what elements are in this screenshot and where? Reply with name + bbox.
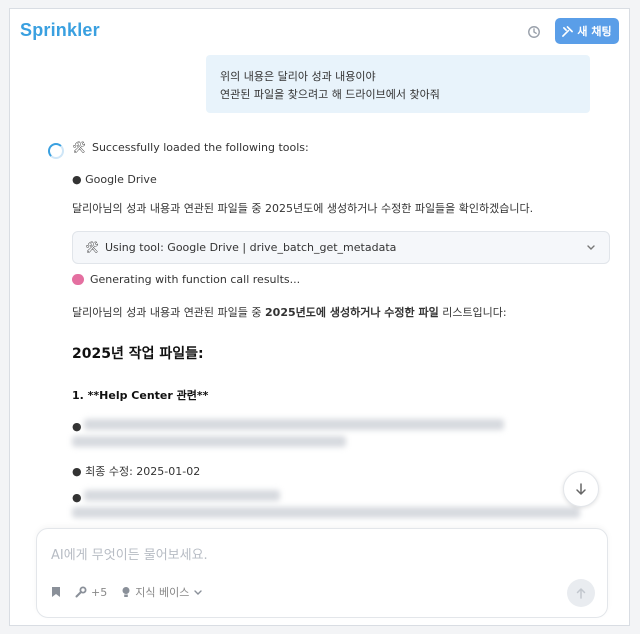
bullet-marker: ● bbox=[72, 420, 82, 433]
tools-count: +5 bbox=[91, 585, 108, 599]
result-suffix: 리스트입니다: bbox=[438, 306, 507, 319]
brain-icon bbox=[72, 274, 84, 285]
tools-icon: 🛠 bbox=[72, 141, 86, 154]
redacted-link bbox=[84, 419, 504, 430]
modified-date: ● 최종 수정: 2025-01-02 bbox=[72, 465, 201, 478]
tools-loaded-status: 🛠 Successfully loaded the following tool… bbox=[72, 141, 309, 154]
result-prefix: 달리아님의 성과 내용과 연관된 파일들 중 bbox=[72, 306, 266, 319]
chat-input-box: +5 지식 베이스 bbox=[36, 528, 608, 618]
result-summary: 달리아님의 성과 내용과 연관된 파일들 중 2025년도에 생성하거나 수정한… bbox=[72, 304, 507, 320]
list-item: 1. **Help Center 관련** bbox=[72, 389, 209, 402]
generating-status: Generating with function call results... bbox=[72, 273, 300, 286]
history-button[interactable] bbox=[525, 23, 543, 41]
redacted-link bbox=[84, 490, 280, 501]
tool-list-item: ● Google Drive bbox=[72, 173, 157, 186]
tool-call-label: Using tool: Google Drive | drive_batch_g… bbox=[104, 241, 397, 254]
history-icon bbox=[528, 26, 540, 38]
generating-text: Generating with function call results... bbox=[90, 273, 301, 286]
user-message-line: 위의 내용은 달리아 성과 내용이야 bbox=[220, 70, 376, 83]
result-bold: 2025년도에 생성하거나 수정한 파일 bbox=[265, 306, 439, 319]
tools-icon: 🛠 bbox=[85, 241, 99, 254]
brand-logo: Sprinkler bbox=[20, 20, 100, 40]
bookmark-button[interactable] bbox=[51, 586, 61, 598]
tools-icon bbox=[562, 25, 574, 37]
chevron-down-icon bbox=[194, 590, 203, 595]
scroll-down-button[interactable] bbox=[563, 471, 599, 507]
tools-button[interactable]: +5 bbox=[75, 586, 107, 599]
knowledge-base-label: 지식 베이스 bbox=[135, 586, 190, 599]
arrow-up-icon bbox=[576, 588, 586, 599]
redacted-link bbox=[72, 507, 580, 518]
header: Sprinkler 새 채팅 bbox=[10, 9, 629, 55]
chat-window: Sprinkler 새 채팅 위의 내용은 달리아 성과 내용이야 연관된 파일… bbox=[9, 8, 630, 626]
bullet-marker: ● bbox=[72, 491, 82, 504]
chevron-down-icon bbox=[587, 245, 595, 250]
new-chat-button[interactable]: 새 채팅 bbox=[555, 18, 619, 44]
result-heading: 2025년 작업 파일들: bbox=[72, 346, 204, 362]
tools-loaded-text: Successfully loaded the following tools: bbox=[91, 141, 309, 154]
tool-call-accordion[interactable]: 🛠 Using tool: Google Drive | drive_batch… bbox=[72, 231, 610, 264]
user-message: 위의 내용은 달리아 성과 내용이야 연관된 파일을 찾으려고 해 드라이브에서… bbox=[206, 55, 590, 113]
assistant-intro: 달리아님의 성과 내용과 연관된 파일들 중 2025년도에 생성하거나 수정한… bbox=[72, 202, 534, 215]
lightbulb-icon bbox=[122, 587, 130, 597]
new-chat-label: 새 채팅 bbox=[577, 25, 612, 38]
knowledge-base-dropdown[interactable]: 지식 베이스 bbox=[121, 584, 203, 600]
arrow-down-icon bbox=[576, 483, 586, 495]
input-toolbar: +5 지식 베이스 bbox=[51, 584, 203, 600]
redacted-link bbox=[72, 436, 346, 447]
chat-input[interactable] bbox=[51, 543, 571, 567]
send-button[interactable] bbox=[567, 579, 595, 607]
user-message-line: 연관된 파일을 찾으려고 해 드라이브에서 찾아줘 bbox=[220, 88, 440, 101]
loading-spinner-icon bbox=[48, 143, 64, 159]
wrench-icon bbox=[75, 586, 87, 598]
bookmark-icon bbox=[52, 587, 60, 597]
